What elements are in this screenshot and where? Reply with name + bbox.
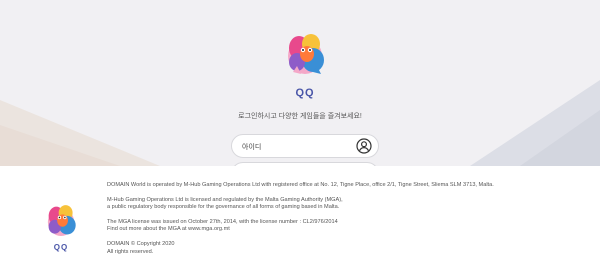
footer-rights: All rights reserved. bbox=[107, 248, 154, 255]
brand-logo-icon bbox=[288, 34, 324, 74]
footer-license-line-2: a public regulatory body responsible for… bbox=[107, 204, 340, 211]
footer-logo-text: QQ bbox=[53, 243, 69, 252]
site-footer: QQ DOMAIN World is operated by M-Hub Gam… bbox=[0, 166, 600, 276]
id-field[interactable] bbox=[231, 134, 379, 158]
login-tagline: 로그인하시고 다양한 게임들을 즐겨보세요! bbox=[238, 113, 362, 120]
footer-operator: DOMAIN World is operated by M-Hub Gaming… bbox=[107, 182, 494, 188]
footer-mga-line-1: The MGA license was issued on October 27… bbox=[107, 218, 338, 225]
footer-copyright: DOMAIN © Copyright 2020 bbox=[107, 240, 175, 247]
user-circle-icon bbox=[356, 138, 372, 154]
brand-logo-text: QQ bbox=[295, 87, 315, 99]
footer-license-line-1: M-Hub Gaming Operations Ltd is licensed … bbox=[107, 196, 343, 203]
footer-mga-line-2: Find out more about the MGA at www.mga.o… bbox=[107, 226, 230, 233]
footer-logo-icon bbox=[47, 205, 76, 236]
login-hero: QQ 로그인하시고 다양한 게임들을 즐겨보세요! bbox=[0, 0, 600, 166]
id-input[interactable] bbox=[242, 139, 352, 155]
footer-legal-text: DOMAIN World is operated by M-Hub Gaming… bbox=[107, 182, 577, 263]
